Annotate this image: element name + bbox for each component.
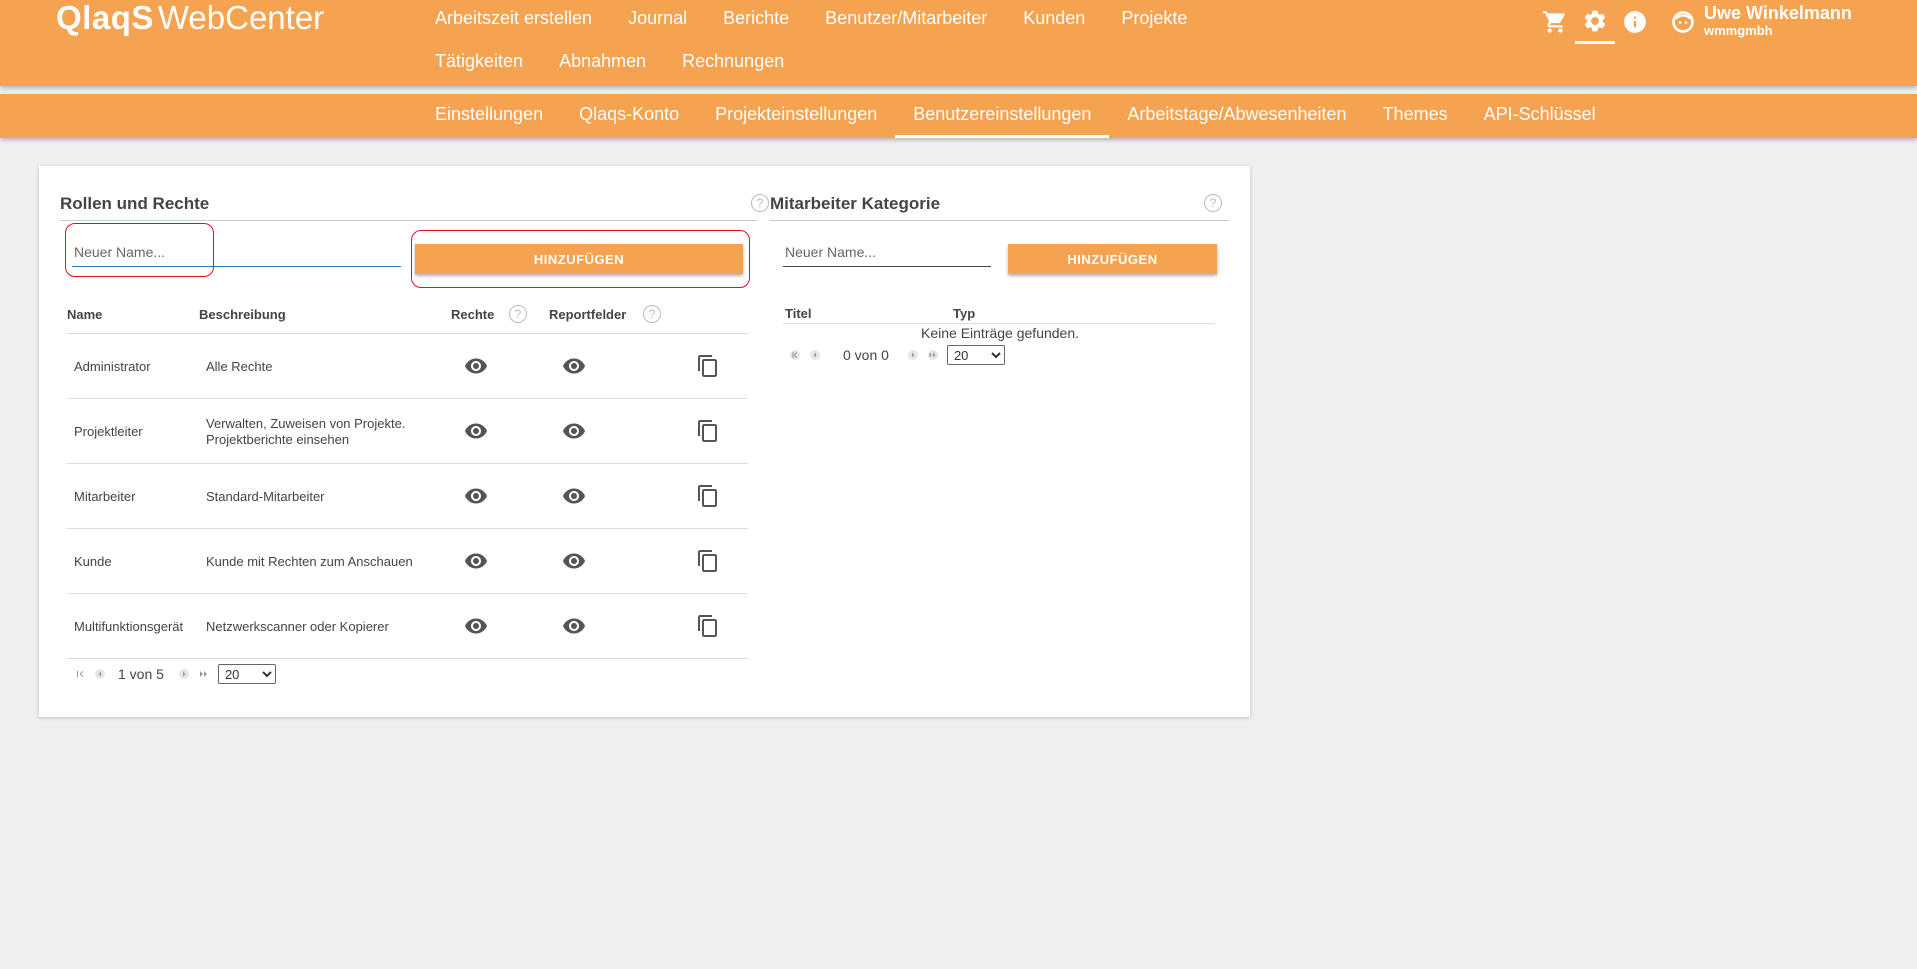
view-rights-eye-icon[interactable] bbox=[464, 484, 488, 508]
role-description: Netzwerkscanner oder Kopierer bbox=[206, 618, 389, 634]
view-report-fields-eye-icon[interactable] bbox=[562, 419, 586, 443]
tab-themes[interactable]: Themes bbox=[1365, 94, 1466, 138]
tab-benutzereinstellungen[interactable]: Benutzereinstellungen bbox=[895, 94, 1110, 138]
view-rights-eye-icon[interactable] bbox=[464, 614, 488, 638]
copy-icon[interactable] bbox=[696, 549, 720, 573]
role-name: Multifunktionsgerät bbox=[74, 619, 184, 634]
view-rights-eye-icon[interactable] bbox=[464, 549, 488, 573]
tab-projekteinstellungen[interactable]: Projekteinstellungen bbox=[697, 94, 895, 138]
user-company: wmmgmbh bbox=[1704, 23, 1773, 38]
first-page-icon[interactable] bbox=[785, 348, 805, 362]
category-divider bbox=[770, 220, 1229, 221]
first-page-icon[interactable] bbox=[70, 667, 90, 681]
table-row[interactable]: Administrator Alle Rechte bbox=[67, 333, 748, 399]
copy-icon[interactable] bbox=[696, 614, 720, 638]
nav-arbeitszeit-erstellen[interactable]: Arbeitszeit erstellen bbox=[417, 0, 610, 43]
table-row[interactable]: Projektleiter Verwalten, Zuweisen von Pr… bbox=[67, 398, 748, 464]
report-fields-help-icon[interactable]: ? bbox=[643, 305, 661, 323]
nav-berichte[interactable]: Berichte bbox=[705, 0, 807, 43]
col-name[interactable]: Name bbox=[67, 307, 102, 322]
info-icon[interactable] bbox=[1615, 0, 1655, 44]
app-logo[interactable]: QlaqS WebCenter bbox=[56, 0, 324, 37]
table-row[interactable]: Mitarbeiter Standard-Mitarbeiter bbox=[67, 463, 748, 529]
category-page-size-select[interactable]: 10 20 50 100 bbox=[946, 345, 1005, 365]
rights-help-icon[interactable]: ? bbox=[509, 305, 527, 323]
nav-abnahmen[interactable]: Abnahmen bbox=[541, 43, 664, 86]
col-type[interactable]: Typ bbox=[953, 306, 975, 321]
category-header-divider bbox=[783, 323, 1215, 324]
nav-journal[interactable]: Journal bbox=[610, 0, 705, 43]
settings-subnav-bar: Einstellungen Qlaqs-Konto Projekteinstel… bbox=[0, 94, 1917, 138]
copy-icon[interactable] bbox=[696, 484, 720, 508]
tab-arbeitstage-abwesenheiten[interactable]: Arbeitstage/Abwesenheiten bbox=[1109, 94, 1364, 138]
roles-page-info: 1 von 5 bbox=[118, 666, 164, 682]
role-name: Administrator bbox=[74, 359, 151, 374]
nav-kunden[interactable]: Kunden bbox=[1005, 0, 1103, 43]
category-page-info: 0 von 0 bbox=[843, 347, 889, 363]
main-nav: Arbeitszeit erstellen Journal Berichte B… bbox=[417, 0, 1297, 86]
roles-help-icon[interactable]: ? bbox=[751, 194, 769, 212]
role-description: Standard-Mitarbeiter bbox=[206, 488, 325, 504]
col-title[interactable]: Titel bbox=[785, 306, 812, 321]
highlight-add-button bbox=[411, 230, 750, 288]
table-bottom-border bbox=[67, 658, 748, 659]
top-header: QlaqS WebCenter Arbeitszeit erstellen Jou… bbox=[0, 0, 1917, 86]
settings-subnav: Einstellungen Qlaqs-Konto Projekteinstel… bbox=[417, 94, 1614, 138]
col-rights[interactable]: Rechte bbox=[451, 307, 494, 322]
view-report-fields-eye-icon[interactable] bbox=[562, 354, 586, 378]
avatar-icon bbox=[1670, 9, 1696, 35]
view-rights-eye-icon[interactable] bbox=[464, 419, 488, 443]
tab-qlaqs-konto[interactable]: Qlaqs-Konto bbox=[561, 94, 697, 138]
cart-icon[interactable] bbox=[1535, 0, 1575, 44]
copy-icon[interactable] bbox=[696, 354, 720, 378]
header-icons bbox=[1535, 0, 1655, 44]
table-row[interactable]: Multifunktionsgerät Netzwerkscanner oder… bbox=[67, 593, 748, 659]
role-description: Verwalten, Zuweisen von Projekte. Projek… bbox=[206, 415, 406, 447]
role-name: Kunde bbox=[74, 554, 112, 569]
category-add-button[interactable]: HINZUFÜGEN bbox=[1008, 244, 1217, 274]
nav-benutzer-mitarbeiter[interactable]: Benutzer/Mitarbeiter bbox=[807, 0, 1005, 43]
prev-page-icon[interactable] bbox=[805, 348, 825, 362]
tab-einstellungen[interactable]: Einstellungen bbox=[417, 94, 561, 138]
next-page-icon[interactable] bbox=[903, 348, 923, 362]
role-name: Mitarbeiter bbox=[74, 489, 136, 504]
role-description: Alle Rechte bbox=[206, 358, 273, 374]
roles-pager: 1 von 5 10 20 50 100 bbox=[70, 663, 276, 685]
category-pager: 0 von 0 10 20 50 100 bbox=[785, 344, 1005, 366]
roles-page-size-select[interactable]: 10 20 50 100 bbox=[217, 664, 276, 684]
tab-api-schluessel[interactable]: API-Schlüssel bbox=[1466, 94, 1614, 138]
user-name: Uwe Winkelmann bbox=[1704, 3, 1852, 23]
view-report-fields-eye-icon[interactable] bbox=[562, 484, 586, 508]
view-rights-eye-icon[interactable] bbox=[464, 354, 488, 378]
roles-divider bbox=[60, 220, 757, 221]
col-report-fields[interactable]: Reportfelder bbox=[549, 307, 626, 322]
nav-taetigkeiten[interactable]: Tätigkeiten bbox=[417, 43, 541, 86]
roles-title: Rollen und Rechte bbox=[60, 194, 210, 213]
copy-icon[interactable] bbox=[696, 419, 720, 443]
view-report-fields-eye-icon[interactable] bbox=[562, 549, 586, 573]
last-page-icon[interactable] bbox=[194, 667, 214, 681]
last-page-icon[interactable] bbox=[923, 348, 943, 362]
highlight-name-input bbox=[65, 223, 214, 277]
category-empty-message: Keine Einträge gefunden. bbox=[921, 325, 1080, 341]
table-row[interactable]: Kunde Kunde mit Rechten zum Anschauen bbox=[67, 528, 748, 594]
category-help-icon[interactable]: ? bbox=[1204, 194, 1222, 212]
gear-icon[interactable] bbox=[1575, 0, 1615, 44]
prev-page-icon[interactable] bbox=[90, 667, 110, 681]
category-title: Mitarbeiter Kategorie bbox=[770, 194, 941, 213]
next-page-icon[interactable] bbox=[174, 667, 194, 681]
view-report-fields-eye-icon[interactable] bbox=[562, 614, 586, 638]
logo-product: WebCenter bbox=[157, 0, 325, 36]
logo-brand: QlaqS bbox=[56, 0, 154, 36]
role-description: Kunde mit Rechten zum Anschauen bbox=[206, 553, 413, 569]
col-description[interactable]: Beschreibung bbox=[199, 307, 286, 322]
nav-rechnungen[interactable]: Rechnungen bbox=[664, 43, 802, 86]
category-new-name-input[interactable] bbox=[783, 241, 991, 267]
nav-projekte[interactable]: Projekte bbox=[1103, 0, 1205, 43]
role-name: Projektleiter bbox=[74, 424, 143, 439]
settings-card: Rollen und Rechte ? HINZUFÜGEN Name Besc… bbox=[39, 166, 1250, 717]
